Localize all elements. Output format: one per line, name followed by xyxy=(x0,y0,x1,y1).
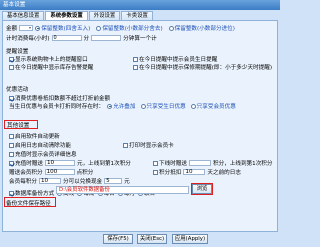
ceil-radio[interactable] xyxy=(168,25,174,31)
consume-send-checkbox[interactable] xyxy=(153,160,158,166)
window-title: 基本设置 xyxy=(0,0,280,10)
birthday-only-label: 只享受生日优惠 xyxy=(146,104,186,110)
tab-peripherals[interactable]: 外设设置 xyxy=(88,11,121,20)
other-2-checkbox[interactable] xyxy=(9,142,14,148)
member-only-label: 只享受会员优惠 xyxy=(196,104,236,110)
other-3[interactable]: 打印时显示会员卡 xyxy=(123,141,174,149)
discount-when-row: 当生日优惠与会员卡打折同时存在时： 允许叠加 只享受生日优惠 只享受会员优惠 xyxy=(9,102,236,110)
close-button[interactable]: 关闭(Esc) xyxy=(137,234,167,244)
deduct-row: 积分抵扣 10 天之前的日志 xyxy=(153,168,241,176)
reminder-1[interactable]: 显示系统购物卡上的提醒窗口 xyxy=(9,55,88,63)
stack-radio[interactable] xyxy=(107,103,113,109)
decimal-select[interactable] xyxy=(19,25,34,31)
tab-card-types[interactable]: 卡类设置 xyxy=(121,11,153,20)
discount-consume-checkbox[interactable] xyxy=(9,95,14,101)
discount-title: 优惠活动 xyxy=(6,85,28,93)
discount-when-label: 当生日优惠与会员卡打折同时存在时： xyxy=(9,104,105,110)
hours-input[interactable]: 0 xyxy=(51,35,82,41)
settings-panel: 金额 保留整数(四舍五入) 保留整数(小数部分舍去) 保留整数(小数部分进位) … xyxy=(2,20,278,232)
other-1-checkbox[interactable] xyxy=(9,133,14,139)
reminder-3-label: 在今日提醒中显示库存告警提醒 xyxy=(15,65,94,71)
other-title: 其他设置 xyxy=(7,121,29,129)
other-1-label: 启用软件自动更新 xyxy=(15,134,60,140)
member-only-radio[interactable] xyxy=(190,103,196,109)
points-label: 赠送会员积分 xyxy=(9,170,43,176)
floor-radio[interactable] xyxy=(96,25,102,31)
floor-label: 保留整数(小数部分舍去) xyxy=(102,26,163,32)
ceil-label: 保留整数(小数部分进位) xyxy=(174,26,235,32)
other-2-label: 启用日志自动清除功能 xyxy=(15,143,71,149)
other-4-label: 充值时显示会员详细信息 xyxy=(15,152,77,158)
consume-send-input[interactable] xyxy=(188,160,211,166)
deduct-input[interactable]: 10 xyxy=(183,169,206,175)
amount-label: 金额 xyxy=(6,26,18,32)
reminder-2[interactable]: 在今日提醒中提示会员生日提醒 xyxy=(133,55,217,63)
backup-path-input[interactable]: D:\会员软件数据备份 xyxy=(56,186,189,194)
reminder-1-label: 显示系统购物卡上的提醒窗口 xyxy=(15,57,88,63)
timing-row: 计时消费每(小时) 0 分 分钟算一个计 xyxy=(6,34,157,42)
reminder-4-label: 在今日提醒中提示保修期提醒 xyxy=(139,65,212,71)
days-hint: (即：小于多少天时提醒) xyxy=(211,65,273,71)
round-radio[interactable] xyxy=(35,25,41,31)
round-label: 保留整数(四舍五入) xyxy=(41,26,91,32)
tab-bar: 基本信息设置 系统参数设置 外设设置 卡类设置 xyxy=(2,11,154,21)
consume-send-row: 下线时赠送 积分，上线到第1次积分 xyxy=(153,159,272,167)
other-1[interactable]: 启用软件自动更新 xyxy=(9,132,60,140)
minutes-label: 分钟算一个计 xyxy=(123,36,157,42)
deduct-unit: 天之前的日志 xyxy=(207,170,241,176)
reminders-title: 提醒设置 xyxy=(6,47,28,55)
mid-unit-label: 分 xyxy=(83,36,90,42)
reminder-4-checkbox[interactable] xyxy=(133,64,138,70)
reminder-1-checkbox[interactable] xyxy=(9,56,14,62)
reminder-4[interactable]: 在今日提醒中提示保修期提醒 (即：小于多少天时提醒) xyxy=(133,63,272,71)
minutes-input[interactable] xyxy=(91,35,122,41)
points-input[interactable]: 100 xyxy=(44,169,75,175)
other-3-checkbox[interactable] xyxy=(123,142,128,148)
deduct-checkbox[interactable] xyxy=(153,169,158,175)
consume-send-unit: 积分，上线到第1次积分 xyxy=(212,161,273,167)
member-points-unit: 分可以兑换现金 xyxy=(62,179,103,185)
other-3-label: 打印时显示会员卡 xyxy=(129,143,174,149)
recharge-label: 充值时赠送 xyxy=(15,161,43,167)
save-button[interactable]: 保存(F5) xyxy=(103,234,133,244)
recharge-unit: 元，上线到第1次积分 xyxy=(76,161,131,167)
reminder-3-checkbox[interactable] xyxy=(9,64,14,70)
hours-label: 计时消费每(小时) xyxy=(6,36,50,42)
member-cash-input[interactable]: 5 xyxy=(104,178,123,184)
backup-path-label-row: 备份文件保存路径 xyxy=(6,199,51,207)
member-cash-unit: 元 xyxy=(124,179,130,185)
amount-row: 金额 保留整数(四舍五入) 保留整数(小数部分舍去) 保留整数(小数部分进位) xyxy=(6,24,235,32)
discount-consume-label: 消费优惠卷抵扣数额不超过打折前金额 xyxy=(15,96,111,102)
recharge-row: 充值时赠送 10 元，上线到第1次积分 xyxy=(9,159,131,167)
points-row: 赠送会员积分 100 点积分 xyxy=(9,168,93,176)
points-unit: 点积分 xyxy=(76,170,94,176)
other-4-checkbox[interactable] xyxy=(9,151,14,157)
reminder-2-label: 在今日提醒中提示会员生日提醒 xyxy=(139,57,218,63)
backup-path-label: 备份文件保存路径 xyxy=(6,201,51,207)
apply-button[interactable]: 应用(Apply) xyxy=(172,234,208,244)
browse-button[interactable]: 浏览 xyxy=(192,184,212,194)
other-4[interactable]: 充值时显示会员详细信息 xyxy=(9,150,77,158)
consume-send-label: 下线时赠送 xyxy=(159,161,187,167)
other-title-text: 其他设置 xyxy=(7,123,30,129)
stack-label: 允许叠加 xyxy=(113,104,136,110)
other-2[interactable]: 启用日志自动清除功能 xyxy=(9,141,71,149)
discount-consume[interactable]: 消费优惠卷抵扣数额不超过打折前金额 xyxy=(9,94,110,102)
reminders-title-text: 提醒设置 xyxy=(6,49,29,55)
reminder-2-checkbox[interactable] xyxy=(133,56,138,62)
deduct-label: 积分抵扣 xyxy=(159,170,182,176)
birthday-only-radio[interactable] xyxy=(140,103,146,109)
recharge-checkbox[interactable] xyxy=(9,160,14,166)
discount-title-text: 优惠活动 xyxy=(6,87,29,93)
tab-basic-info[interactable]: 基本信息设置 xyxy=(2,11,45,20)
reminder-3[interactable]: 在今日提醒中显示库存告警提醒 xyxy=(9,63,93,71)
recharge-input[interactable]: 10 xyxy=(44,160,75,166)
